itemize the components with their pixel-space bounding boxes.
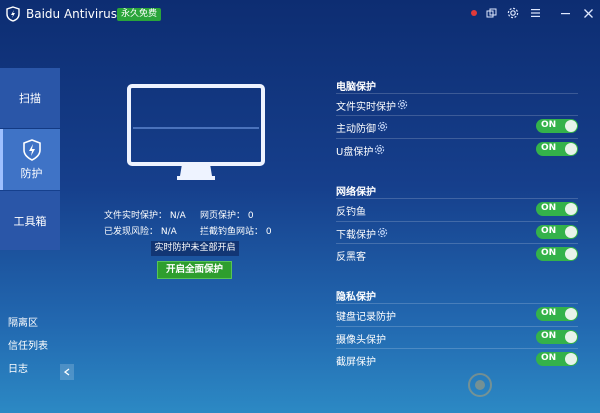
gear-icon[interactable]	[506, 6, 520, 20]
divider	[336, 243, 578, 244]
nav-tab-tools-label: 工具箱	[13, 214, 47, 228]
menu-icon[interactable]	[528, 6, 542, 20]
item-label: 截屏保护	[336, 357, 376, 368]
item-label: 文件实时保护	[336, 102, 396, 113]
item-download-protection: 下载保护 ON	[336, 223, 578, 243]
stat-web-protection: 网页保护： 0	[200, 211, 254, 221]
quarantine-link[interactable]: 隔离区	[8, 314, 38, 329]
free-badge: 永久免费	[117, 8, 162, 21]
section-title-pc: 电脑保护	[336, 82, 376, 93]
toggle-label: ON	[541, 203, 557, 213]
item-label: U盘保护	[336, 147, 374, 158]
log-link[interactable]: 日志	[8, 360, 28, 375]
gear-icon[interactable]	[374, 144, 385, 155]
toggle-download-protection[interactable]: ON	[536, 225, 578, 239]
toggle-anti-hacker[interactable]: ON	[536, 247, 578, 261]
toggle-label: ON	[541, 143, 557, 153]
toggle-knob	[565, 143, 577, 155]
divider	[336, 138, 578, 139]
divider	[336, 115, 578, 116]
toggle-knob	[565, 203, 577, 215]
minimize-icon[interactable]	[558, 6, 572, 20]
monitor-icon	[127, 84, 265, 180]
shield-lightning-icon	[22, 138, 41, 161]
toggle-knob	[565, 248, 577, 260]
record-icon[interactable]	[467, 6, 481, 20]
nav-tab-scan-label: 扫描	[19, 92, 41, 105]
enable-full-protection-button[interactable]: 开启全面保护	[157, 261, 232, 279]
toggle-label: ON	[541, 331, 557, 341]
item-screenshot-protection: 截屏保护 ON	[336, 350, 578, 370]
nav-tab-scan[interactable]: 扫描	[0, 68, 60, 128]
title-bar: Baidu Antivirus 2015 永久免费	[0, 0, 600, 28]
nav-tab-protect[interactable]: 防护	[0, 129, 60, 190]
gear-icon[interactable]	[397, 99, 408, 110]
divider	[336, 348, 578, 349]
toggle-label: ON	[541, 308, 557, 318]
toggle-usb-protection[interactable]: ON	[536, 142, 578, 156]
toggle-label: ON	[541, 248, 557, 258]
divider	[336, 303, 578, 304]
item-anti-hacker: 反黑客 ON	[336, 245, 578, 265]
item-label: 下载保护	[336, 230, 376, 241]
item-label: 键盘记录防护	[336, 312, 396, 323]
item-label: 反黑客	[336, 252, 366, 263]
shield-logo-icon	[6, 6, 20, 22]
divider	[336, 221, 578, 222]
item-label: 反钓鱼	[336, 207, 366, 218]
toggle-knob	[565, 120, 577, 132]
toggle-label: ON	[541, 120, 557, 130]
item-label: 主动防御	[336, 124, 376, 135]
watermark-logo-icon	[468, 373, 492, 397]
toggle-knob	[565, 226, 577, 238]
toggle-knob	[565, 353, 577, 365]
toggle-label: ON	[541, 353, 557, 363]
stat-file-realtime: 文件实时保护： N/A	[104, 211, 186, 221]
divider	[336, 326, 578, 327]
restore-icon[interactable]	[484, 6, 498, 20]
nav-tab-protect-label: 防护	[20, 166, 43, 180]
toggle-camera-protection[interactable]: ON	[536, 330, 578, 344]
item-keylogger-protection: 键盘记录防护 ON	[336, 305, 578, 325]
item-camera-protection: 摄像头保护 ON	[336, 328, 578, 348]
nav-tab-tools[interactable]: 工具箱	[0, 191, 60, 250]
section-title-privacy: 隐私保护	[336, 292, 376, 303]
item-anti-phishing: 反钓鱼 ON	[336, 200, 578, 220]
collapse-arrow-icon	[64, 368, 70, 376]
divider	[336, 198, 578, 199]
section-title-network: 网络保护	[336, 187, 376, 198]
trust-list-link[interactable]: 信任列表	[8, 337, 48, 352]
realtime-status-note: 实时防护未全部开启	[151, 241, 239, 256]
item-usb-protection: U盘保护 ON	[336, 140, 578, 160]
gear-icon[interactable]	[377, 227, 388, 238]
item-file-realtime: 文件实时保护	[336, 95, 578, 115]
toggle-anti-phishing[interactable]: ON	[536, 202, 578, 216]
toggle-screenshot-protection[interactable]: ON	[536, 352, 578, 366]
item-label: 摄像头保护	[336, 335, 386, 346]
toggle-label: ON	[541, 226, 557, 236]
toggle-active-defense[interactable]: ON	[536, 119, 578, 133]
stat-phishing-blocked: 拦截钓鱼网站： 0	[200, 227, 272, 237]
close-icon[interactable]	[581, 6, 595, 20]
gear-icon[interactable]	[377, 121, 388, 132]
divider	[336, 93, 578, 94]
toggle-knob	[565, 308, 577, 320]
collapse-sidebar-button[interactable]	[60, 364, 74, 380]
stat-risks-found: 已发现风险： N/A	[104, 227, 177, 237]
item-active-defense: 主动防御 ON	[336, 117, 578, 137]
toggle-keylogger-protection[interactable]: ON	[536, 307, 578, 321]
toggle-knob	[565, 331, 577, 343]
